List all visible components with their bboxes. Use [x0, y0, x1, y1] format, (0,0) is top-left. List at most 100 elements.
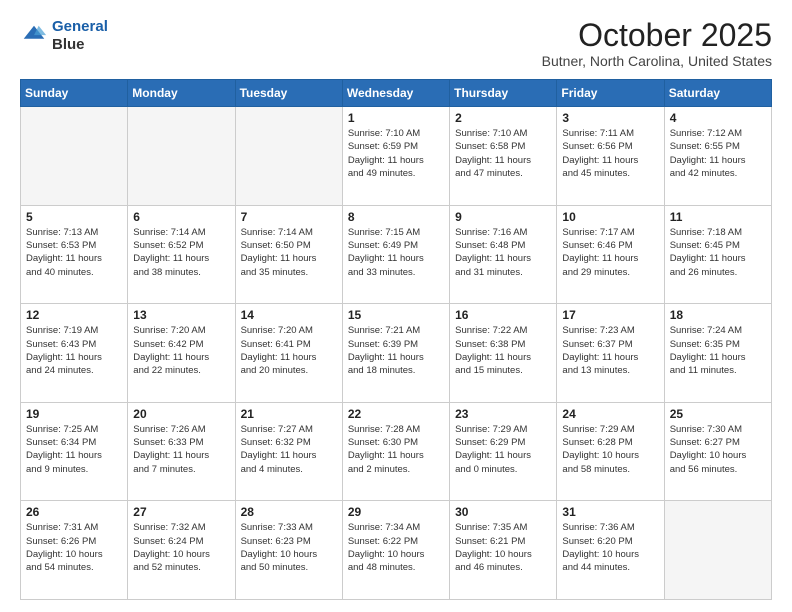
- day-info: Sunrise: 7:23 AM Sunset: 6:37 PM Dayligh…: [562, 324, 658, 377]
- table-row: 9Sunrise: 7:16 AM Sunset: 6:48 PM Daylig…: [450, 205, 557, 304]
- day-info: Sunrise: 7:31 AM Sunset: 6:26 PM Dayligh…: [26, 521, 122, 574]
- day-info: Sunrise: 7:11 AM Sunset: 6:56 PM Dayligh…: [562, 127, 658, 180]
- calendar-week-row: 12Sunrise: 7:19 AM Sunset: 6:43 PM Dayli…: [21, 304, 772, 403]
- day-number: 18: [670, 308, 766, 322]
- col-saturday: Saturday: [664, 80, 771, 107]
- table-row: [235, 107, 342, 206]
- day-info: Sunrise: 7:10 AM Sunset: 6:58 PM Dayligh…: [455, 127, 551, 180]
- day-info: Sunrise: 7:36 AM Sunset: 6:20 PM Dayligh…: [562, 521, 658, 574]
- day-number: 31: [562, 505, 658, 519]
- title-block: October 2025 Butner, North Carolina, Uni…: [542, 18, 772, 69]
- table-row: 7 Sunrise: 7:14 AM Sunset: 6:50 PM Daylig…: [235, 205, 342, 304]
- table-row: 20Sunrise: 7:26 AM Sunset: 6:33 PM Dayli…: [128, 402, 235, 501]
- day-number: 11: [670, 210, 766, 224]
- day-number: 24: [562, 407, 658, 421]
- table-row: 30 Sunrise: 7:35 AM Sunset: 6:21 PM Dayli…: [450, 501, 557, 600]
- day-info: Sunrise: 7:13 AM Sunset: 6:53 PM Dayligh…: [26, 226, 122, 279]
- day-info: Sunrise: 7:34 AM Sunset: 6:22 PM Dayligh…: [348, 521, 444, 574]
- logo-icon: [20, 22, 48, 50]
- table-row: 1Sunrise: 7:10 AM Sunset: 6:59 PM Daylig…: [342, 107, 449, 206]
- logo-line1: General: [52, 18, 108, 35]
- day-number: 30: [455, 505, 551, 519]
- col-wednesday: Wednesday: [342, 80, 449, 107]
- table-row: 28Sunrise: 7:33 AM Sunset: 6:23 PM Dayli…: [235, 501, 342, 600]
- col-friday: Friday: [557, 80, 664, 107]
- day-number: 27: [133, 505, 229, 519]
- day-info: Sunrise: 7:14 AM Sunset: 6:52 PM Dayligh…: [133, 226, 229, 279]
- day-number: 7: [241, 210, 337, 224]
- table-row: 15Sunrise: 7:21 AM Sunset: 6:39 PM Dayli…: [342, 304, 449, 403]
- table-row: 18 Sunrise: 7:24 AM Sunset: 6:35 PM Dayli…: [664, 304, 771, 403]
- day-number: 25: [670, 407, 766, 421]
- day-info: Sunrise: 7:12 AM Sunset: 6:55 PM Dayligh…: [670, 127, 766, 180]
- day-info: Sunrise: 7:22 AM Sunset: 6:38 PM Dayligh…: [455, 324, 551, 377]
- day-info: Sunrise: 7:25 AM Sunset: 6:34 PM Dayligh…: [26, 423, 122, 476]
- table-row: 13Sunrise: 7:20 AM Sunset: 6:42 PM Dayli…: [128, 304, 235, 403]
- table-row: 14Sunrise: 7:20 AM Sunset: 6:41 PM Dayli…: [235, 304, 342, 403]
- table-row: 12Sunrise: 7:19 AM Sunset: 6:43 PM Dayli…: [21, 304, 128, 403]
- day-number: 16: [455, 308, 551, 322]
- calendar-table: Sunday Monday Tuesday Wednesday Thursday…: [20, 79, 772, 600]
- location: Butner, North Carolina, United States: [542, 53, 772, 69]
- day-info: Sunrise: 7:35 AM Sunset: 6:21 PM Dayligh…: [455, 521, 551, 574]
- day-number: 10: [562, 210, 658, 224]
- table-row: 19 Sunrise: 7:25 AM Sunset: 6:34 PM Dayli…: [21, 402, 128, 501]
- table-row: [128, 107, 235, 206]
- day-info: Sunrise: 7:14 AM Sunset: 6:50 PM Dayligh…: [241, 226, 337, 279]
- day-info: Sunrise: 7:27 AM Sunset: 6:32 PM Dayligh…: [241, 423, 337, 476]
- day-info: Sunrise: 7:24 AM Sunset: 6:35 PM Dayligh…: [670, 324, 766, 377]
- day-info: Sunrise: 7:30 AM Sunset: 6:27 PM Dayligh…: [670, 423, 766, 476]
- day-info: Sunrise: 7:32 AM Sunset: 6:24 PM Dayligh…: [133, 521, 229, 574]
- calendar-header-row: Sunday Monday Tuesday Wednesday Thursday…: [21, 80, 772, 107]
- day-info: Sunrise: 7:29 AM Sunset: 6:29 PM Dayligh…: [455, 423, 551, 476]
- day-number: 6: [133, 210, 229, 224]
- table-row: 4 Sunrise: 7:12 AM Sunset: 6:55 PM Daylig…: [664, 107, 771, 206]
- day-number: 2: [455, 111, 551, 125]
- table-row: 31 Sunrise: 7:36 AM Sunset: 6:20 PM Dayli…: [557, 501, 664, 600]
- day-number: 1: [348, 111, 444, 125]
- day-info: Sunrise: 7:26 AM Sunset: 6:33 PM Dayligh…: [133, 423, 229, 476]
- table-row: 23Sunrise: 7:29 AM Sunset: 6:29 PM Dayli…: [450, 402, 557, 501]
- day-number: 9: [455, 210, 551, 224]
- day-info: Sunrise: 7:17 AM Sunset: 6:46 PM Dayligh…: [562, 226, 658, 279]
- day-number: 26: [26, 505, 122, 519]
- table-row: [21, 107, 128, 206]
- day-number: 8: [348, 210, 444, 224]
- header: General Blue October 2025 Butner, North …: [20, 18, 772, 69]
- day-number: 21: [241, 407, 337, 421]
- col-sunday: Sunday: [21, 80, 128, 107]
- table-row: 16 Sunrise: 7:22 AM Sunset: 6:38 PM Dayli…: [450, 304, 557, 403]
- table-row: 10 Sunrise: 7:17 AM Sunset: 6:46 PM Dayli…: [557, 205, 664, 304]
- day-number: 4: [670, 111, 766, 125]
- day-info: Sunrise: 7:20 AM Sunset: 6:42 PM Dayligh…: [133, 324, 229, 377]
- day-number: 15: [348, 308, 444, 322]
- table-row: 8 Sunrise: 7:15 AM Sunset: 6:49 PM Daylig…: [342, 205, 449, 304]
- calendar-week-row: 26 Sunrise: 7:31 AM Sunset: 6:26 PM Dayli…: [21, 501, 772, 600]
- day-info: Sunrise: 7:15 AM Sunset: 6:49 PM Dayligh…: [348, 226, 444, 279]
- day-info: Sunrise: 7:29 AM Sunset: 6:28 PM Dayligh…: [562, 423, 658, 476]
- day-info: Sunrise: 7:18 AM Sunset: 6:45 PM Dayligh…: [670, 226, 766, 279]
- col-monday: Monday: [128, 80, 235, 107]
- calendar-week-row: 5 Sunrise: 7:13 AM Sunset: 6:53 PM Daylig…: [21, 205, 772, 304]
- table-row: 26 Sunrise: 7:31 AM Sunset: 6:26 PM Dayli…: [21, 501, 128, 600]
- table-row: 11 Sunrise: 7:18 AM Sunset: 6:45 PM Dayli…: [664, 205, 771, 304]
- day-number: 14: [241, 308, 337, 322]
- day-number: 3: [562, 111, 658, 125]
- day-number: 17: [562, 308, 658, 322]
- table-row: 27 Sunrise: 7:32 AM Sunset: 6:24 PM Dayli…: [128, 501, 235, 600]
- month-title: October 2025: [542, 18, 772, 53]
- table-row: 5 Sunrise: 7:13 AM Sunset: 6:53 PM Daylig…: [21, 205, 128, 304]
- table-row: 6 Sunrise: 7:14 AM Sunset: 6:52 PM Daylig…: [128, 205, 235, 304]
- col-thursday: Thursday: [450, 80, 557, 107]
- table-row: 24 Sunrise: 7:29 AM Sunset: 6:28 PM Dayli…: [557, 402, 664, 501]
- logo-text: General Blue: [52, 18, 108, 54]
- table-row: 17 Sunrise: 7:23 AM Sunset: 6:37 PM Dayli…: [557, 304, 664, 403]
- col-tuesday: Tuesday: [235, 80, 342, 107]
- day-number: 5: [26, 210, 122, 224]
- calendar-week-row: 1Sunrise: 7:10 AM Sunset: 6:59 PM Daylig…: [21, 107, 772, 206]
- table-row: 22Sunrise: 7:28 AM Sunset: 6:30 PM Dayli…: [342, 402, 449, 501]
- table-row: 29Sunrise: 7:34 AM Sunset: 6:22 PM Dayli…: [342, 501, 449, 600]
- day-number: 12: [26, 308, 122, 322]
- day-number: 19: [26, 407, 122, 421]
- day-number: 28: [241, 505, 337, 519]
